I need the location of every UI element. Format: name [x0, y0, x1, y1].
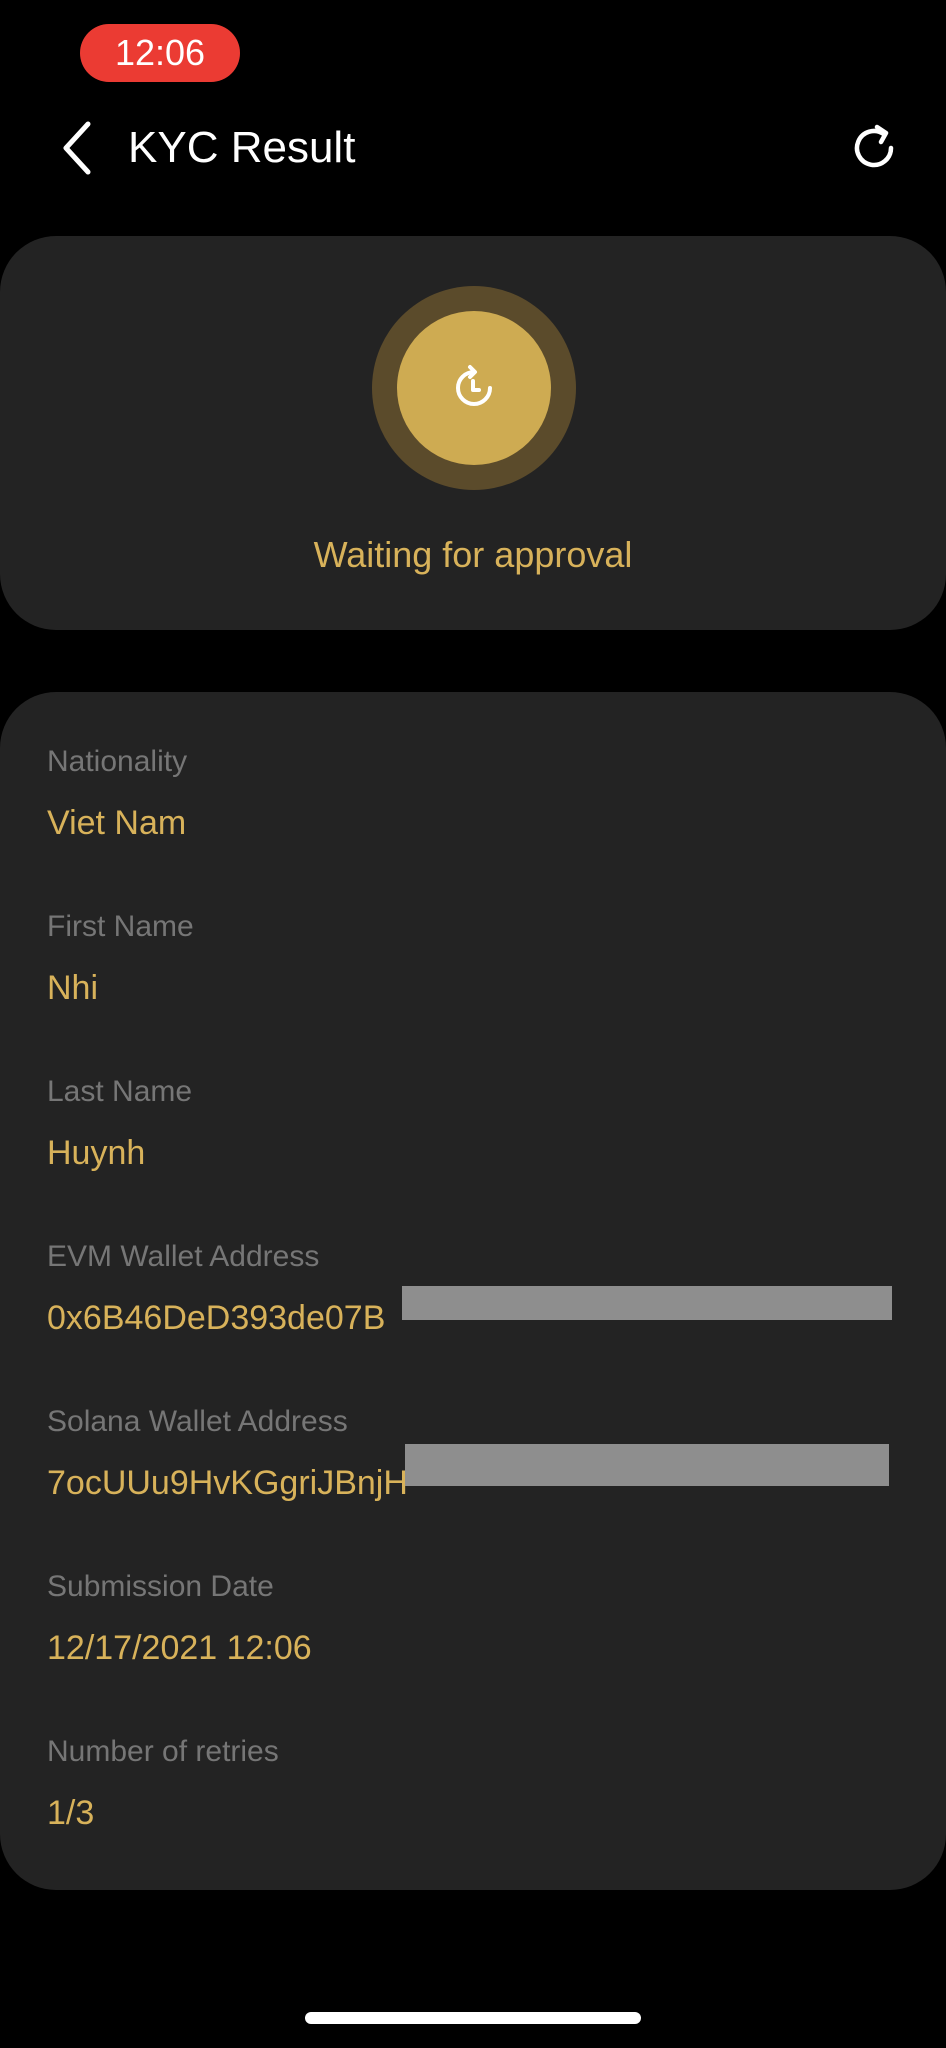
status-indicator: [397, 311, 551, 465]
field-value: 1/3: [47, 1794, 95, 1832]
field-label: First Name: [47, 910, 194, 943]
back-button[interactable]: [48, 118, 108, 178]
redaction-block: [402, 1286, 892, 1320]
refresh-icon: [854, 124, 894, 168]
field-evm-wallet-address: EVM Wallet Address 0x6B46DeD393de07B: [47, 1237, 899, 1387]
refresh-button[interactable]: [842, 116, 906, 180]
field-label: Last Name: [47, 1075, 193, 1108]
field-value: 0x6B46DeD393de07B: [47, 1299, 386, 1337]
clock-refresh-icon: [456, 365, 492, 406]
header: KYC Result: [0, 108, 946, 188]
field-value: 7ocUUu9HvKGgriJBnjH: [47, 1464, 408, 1502]
status-time: 12:06: [80, 24, 240, 82]
status-bar: 12:06: [0, 0, 946, 100]
field-label: Nationality: [47, 745, 188, 778]
field-first-name: First Name Nhi: [47, 907, 899, 1057]
home-indicator[interactable]: [305, 2012, 641, 2024]
field-solana-wallet-address: Solana Wallet Address 7ocUUu9HvKGgriJBnj…: [47, 1402, 899, 1552]
redaction-block: [405, 1444, 889, 1486]
field-value: Huynh: [47, 1134, 146, 1172]
chevron-left-icon: [63, 121, 91, 175]
kyc-details-card: Nationality Viet Nam First Name Nhi Last…: [0, 692, 946, 1890]
field-label: Submission Date: [47, 1570, 274, 1603]
field-last-name: Last Name Huynh: [47, 1072, 899, 1222]
field-value: 12/17/2021 12:06: [47, 1629, 312, 1667]
status-ring: [372, 286, 576, 490]
page-title: KYC Result: [128, 123, 356, 172]
field-value: Nhi: [47, 969, 99, 1007]
field-label: Solana Wallet Address: [47, 1405, 348, 1438]
field-submission-date: Submission Date 12/17/2021 12:06: [47, 1567, 899, 1717]
field-label: Number of retries: [47, 1735, 279, 1768]
field-number-of-retries: Number of retries 1/3: [47, 1732, 899, 1882]
field-label: EVM Wallet Address: [47, 1240, 320, 1273]
field-nationality: Nationality Viet Nam: [47, 742, 899, 892]
kyc-status-card: Waiting for approval: [0, 236, 946, 630]
field-value: Viet Nam: [47, 804, 187, 842]
status-text: Waiting for approval: [313, 534, 633, 575]
